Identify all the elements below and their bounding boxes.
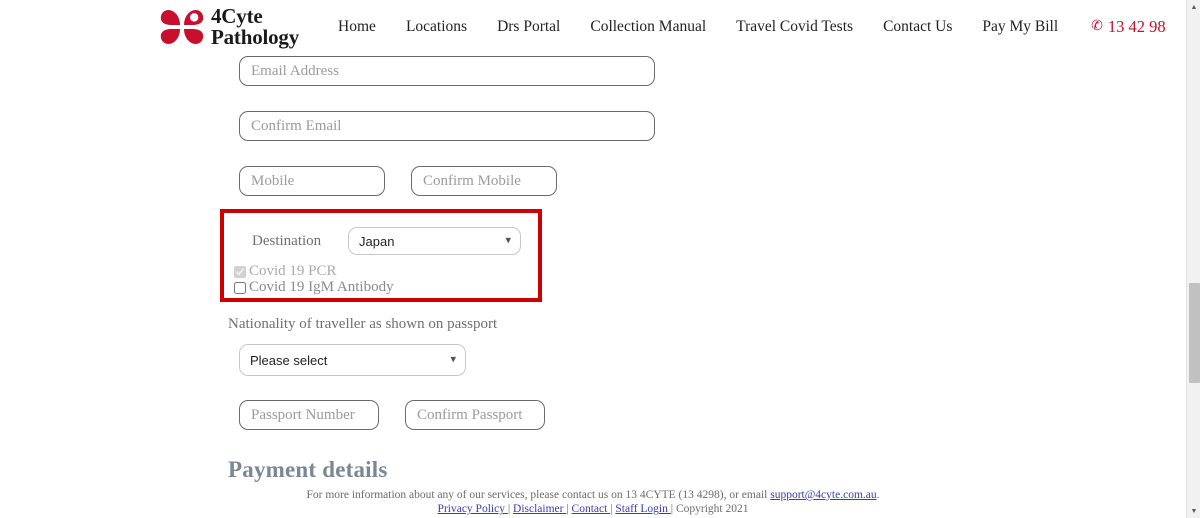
vertical-scrollbar[interactable]: ▲ ▼	[1186, 0, 1200, 518]
destination-select-wrapper: Japan ▾	[348, 227, 521, 255]
site-header: 4Cyte Pathology Home Locations Drs Porta…	[0, 0, 1186, 54]
passport-number-input[interactable]	[239, 400, 379, 430]
passport-number-field-row	[239, 400, 379, 430]
footer-link-staff-login[interactable]: Staff Login	[615, 503, 670, 515]
confirm-mobile-input[interactable]	[411, 166, 557, 196]
footer-link-disclaimer[interactable]: Disclaimer	[513, 503, 566, 515]
checkbox-covid19-pcr-input	[234, 265, 246, 278]
payment-details-heading: Payment details	[228, 457, 388, 482]
footer-separator-1: |	[507, 503, 511, 516]
brand-logo-link[interactable]: 4Cyte Pathology	[160, 6, 299, 47]
nav-item-collection-manual[interactable]: Collection Manual	[575, 18, 721, 36]
brand-wordmark: 4Cyte Pathology	[211, 6, 299, 47]
nav-item-contact-us[interactable]: Contact Us	[868, 18, 967, 36]
nav-item-drs-portal[interactable]: Drs Portal	[482, 18, 575, 36]
email-input[interactable]	[239, 56, 655, 86]
footer-link-contact[interactable]: Contact	[572, 503, 611, 515]
scroll-up-arrow-icon[interactable]: ▲	[1187, 0, 1200, 14]
footer-copyright: Copyright 2021	[675, 503, 749, 516]
confirm-mobile-field-row	[411, 166, 557, 196]
site-footer: For more information about any of our se…	[0, 483, 1186, 518]
confirm-passport-field-row	[405, 400, 545, 430]
brand-line-1: 4Cyte	[211, 4, 263, 29]
footer-links-line: Privacy Policy | Disclaimer | Contact | …	[0, 502, 1186, 516]
header-phone-number: 13 42 98	[1107, 17, 1166, 36]
checkbox-covid19-igm-antibody-input[interactable]	[234, 281, 246, 294]
footer-contact-period: .	[876, 489, 880, 501]
mobile-field-row	[239, 166, 385, 196]
clover-logo-icon	[160, 7, 204, 47]
test-checkbox-group: Covid 19 PCR Covid 19 IgM Antibody	[234, 263, 394, 296]
nationality-label: Nationality of traveller as shown on pas…	[228, 316, 498, 332]
checkbox-covid19-pcr-label: Covid 19 PCR	[249, 263, 337, 279]
phone-icon: ✆	[1091, 19, 1103, 34]
nationality-select-inner: Please select ▾	[239, 344, 466, 376]
main-navigation: Home Locations Drs Portal Collection Man…	[323, 17, 1166, 37]
destination-label: Destination	[252, 232, 322, 249]
page-root: 4Cyte Pathology Home Locations Drs Porta…	[0, 0, 1200, 518]
checkbox-covid19-pcr[interactable]: Covid 19 PCR	[234, 263, 394, 280]
scroll-down-arrow-icon[interactable]: ▼	[1187, 504, 1200, 518]
header-phone-link[interactable]: ✆ 13 42 98	[1073, 17, 1165, 37]
nav-item-travel-covid-tests[interactable]: Travel Covid Tests	[721, 18, 868, 36]
checkbox-covid19-igm-antibody[interactable]: Covid 19 IgM Antibody	[234, 278, 394, 296]
nationality-select[interactable]: Please select	[239, 344, 466, 376]
confirm-email-input[interactable]	[239, 111, 655, 141]
email-field-row	[239, 56, 655, 86]
footer-separator-2: |	[566, 503, 569, 516]
footer-contact-line: For more information about any of our se…	[0, 488, 1186, 502]
nav-item-locations[interactable]: Locations	[391, 18, 482, 36]
footer-email-link[interactable]: support@4cyte.com.au	[770, 489, 876, 501]
footer-link-privacy-policy[interactable]: Privacy Policy	[438, 503, 508, 515]
destination-row: Destination Japan ▾	[252, 227, 521, 255]
nav-item-home[interactable]: Home	[323, 18, 391, 36]
footer-separator-4: |	[670, 503, 674, 516]
nav-item-pay-my-bill[interactable]: Pay My Bill	[967, 18, 1073, 36]
nationality-select-wrapper: Please select ▾	[239, 344, 466, 376]
footer-separator-3: |	[610, 503, 613, 516]
footer-contact-text: For more information about any of our se…	[306, 489, 771, 501]
confirm-email-field-row	[239, 111, 655, 141]
destination-select[interactable]: Japan	[348, 227, 521, 255]
travel-covid-test-form: Destination Japan ▾ Covid 19 PCR Covid 1…	[0, 54, 1186, 484]
destination-highlight-box: Destination Japan ▾ Covid 19 PCR Covid 1…	[220, 209, 542, 302]
brand-line-2: Pathology	[211, 25, 300, 49]
confirm-passport-input[interactable]	[405, 400, 545, 430]
scrollbar-thumb[interactable]	[1189, 283, 1200, 383]
mobile-input[interactable]	[239, 166, 385, 196]
checkbox-covid19-igm-antibody-label: Covid 19 IgM Antibody	[249, 278, 394, 295]
